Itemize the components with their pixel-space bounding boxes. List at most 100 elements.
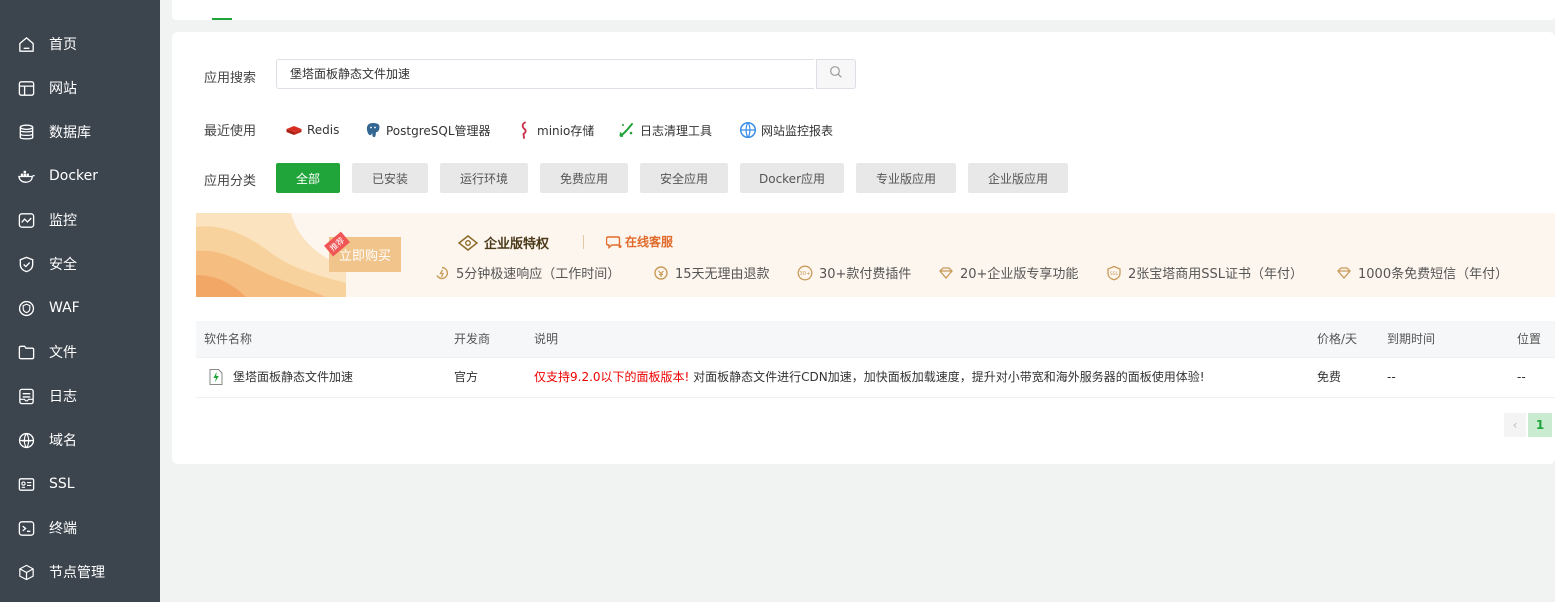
svg-text:www: www	[21, 437, 30, 442]
column-header-name: 软件名称	[204, 332, 253, 346]
vendor-cell: 官方	[454, 370, 479, 384]
recent-item-minio[interactable]: minio存储	[515, 120, 594, 140]
sidebar-item-waf[interactable]: WAF	[0, 286, 160, 330]
feature-item: 1000条免费短信（年付）	[1336, 263, 1508, 282]
search-button[interactable]	[816, 59, 856, 89]
terminal-icon	[16, 518, 36, 538]
category-label: 应用分类	[204, 174, 257, 189]
feature-item: SSL 2张宝塔商用SSL证书（年付）	[1106, 263, 1303, 282]
sidebar-item-security[interactable]: 安全	[0, 242, 160, 286]
log-icon	[16, 386, 36, 406]
sidebar-item-database[interactable]: 数据库	[0, 110, 160, 154]
sidebar-item-monitor[interactable]: 监控	[0, 198, 160, 242]
diamond-icon	[939, 266, 953, 279]
feature-item: 30+ 30+款付费插件	[797, 263, 911, 282]
log-cleaner-icon	[619, 123, 633, 137]
sidebar-item-docker[interactable]: Docker	[0, 154, 160, 198]
location-cell: --	[1517, 370, 1526, 384]
fast-response-icon	[436, 266, 449, 279]
price-cell: 免费	[1317, 370, 1342, 384]
column-header-location: 位置	[1517, 332, 1542, 346]
category-free-button[interactable]: 免费应用	[540, 163, 628, 193]
plugins-icon: 30+	[797, 265, 813, 280]
ssl-icon	[16, 474, 36, 494]
recent-item-site-monitor[interactable]: 网站监控报表	[739, 120, 833, 140]
sidebar-item-label: 域名	[49, 433, 77, 449]
recent-item-postgresql[interactable]: PostgreSQL管理器	[364, 120, 491, 140]
static-accelerate-icon	[209, 369, 223, 385]
sidebar-item-label: 安全	[49, 257, 77, 273]
enterprise-diamond-icon	[458, 234, 478, 251]
online-service-link[interactable]: 在线客服	[606, 233, 673, 250]
svg-text:SSL: SSL	[1110, 271, 1119, 277]
database-icon	[16, 122, 36, 142]
category-docker-button[interactable]: Docker应用	[740, 163, 844, 193]
recent-item-label: Redis	[307, 123, 340, 137]
ssl-certificate-icon: SSL	[1107, 265, 1121, 280]
category-enterprise-button[interactable]: 企业版应用	[968, 163, 1068, 193]
software-name-cell: 堡塔面板静态文件加速	[208, 357, 353, 397]
redis-icon	[286, 126, 302, 135]
category-pro-button[interactable]: 专业版应用	[856, 163, 956, 193]
pager-page-1[interactable]: 1	[1528, 413, 1552, 437]
shield-icon	[16, 254, 36, 274]
feature-item: 15天无理由退款	[653, 263, 770, 282]
site-monitor-icon	[739, 121, 757, 139]
cube-icon	[16, 562, 36, 582]
recent-label: 最近使用	[204, 124, 257, 139]
sidebar-item-domain[interactable]: www 域名	[0, 418, 160, 462]
recent-item-label: PostgreSQL管理器	[386, 123, 491, 138]
software-store-card: 应用搜索 最近使用 Redis PostgreSQL管理器 minio存储 日志…	[172, 32, 1555, 464]
pager-prev-button[interactable]: ‹	[1504, 413, 1526, 437]
sidebar-item-label: 数据库	[49, 125, 91, 141]
sidebar-item-label: WAF	[49, 300, 80, 316]
feature-item: 5分钟极速响应（工作时间）	[434, 263, 620, 282]
description-text: 对面板静态文件进行CDN加速，加快面板加载速度，提升对小带宽和海外服务器的面板使…	[689, 370, 1205, 384]
sidebar-item-terminal[interactable]: 终端	[0, 506, 160, 550]
docker-icon	[16, 166, 36, 186]
software-table-header: 软件名称 开发商 说明 价格/天 到期时间 位置	[196, 321, 1555, 358]
feature-item: 20+企业版专享功能	[938, 263, 1078, 282]
sidebar-item-ssl[interactable]: SSL	[0, 462, 160, 506]
banner-title: 企业版特权	[458, 233, 549, 252]
sidebar-item-label: SSL	[49, 476, 75, 492]
column-header-description: 说明	[534, 332, 559, 346]
refund-icon	[654, 265, 668, 280]
recent-item-label: minio存储	[537, 123, 595, 138]
recent-item-label: 网站监控报表	[761, 123, 834, 138]
category-security-button[interactable]: 安全应用	[640, 163, 728, 193]
waf-icon	[16, 298, 36, 318]
chat-icon	[606, 235, 622, 249]
globe-icon: www	[16, 430, 36, 450]
recent-item-log-cleaner[interactable]: 日志清理工具	[618, 120, 712, 140]
sidebar-item-website[interactable]: 网站	[0, 66, 160, 110]
search-icon	[829, 65, 843, 83]
column-header-vendor: 开发商	[454, 332, 491, 346]
top-tab-strip	[172, 0, 1555, 20]
category-runtime-button[interactable]: 运行环境	[440, 163, 528, 193]
sidebar-item-label: Docker	[49, 168, 99, 184]
sidebar-item-label: 网站	[49, 81, 77, 97]
search-input[interactable]	[276, 59, 814, 89]
sidebar-item-label: 终端	[49, 521, 77, 537]
category-all-button[interactable]: 全部	[276, 163, 340, 193]
banner-wave-art	[196, 213, 346, 297]
sms-icon	[1337, 266, 1351, 279]
category-installed-button[interactable]: 已安装	[352, 163, 428, 193]
sidebar-item-home[interactable]: 首页	[0, 22, 160, 66]
svg-text:30+: 30+	[799, 271, 811, 277]
column-header-price: 价格/天	[1317, 332, 1358, 346]
table-row[interactable]: 堡塔面板静态文件加速 官方 仅支持9.2.0以下的面板版本! 对面板静态文件进行…	[196, 357, 1555, 398]
software-name[interactable]: 堡塔面板静态文件加速	[233, 357, 353, 397]
recent-item-redis[interactable]: Redis	[285, 120, 339, 140]
description-warning: 仅支持9.2.0以下的面板版本!	[534, 370, 690, 384]
monitor-icon	[16, 210, 36, 230]
search-label: 应用搜索	[204, 71, 257, 86]
home-icon	[16, 34, 36, 54]
sidebar-item-nodes[interactable]: 节点管理	[0, 550, 160, 594]
sidebar-item-logs[interactable]: 日志	[0, 374, 160, 418]
website-icon	[16, 78, 36, 98]
folder-icon	[16, 342, 36, 362]
sidebar-item-files[interactable]: 文件	[0, 330, 160, 374]
sidebar-item-label: 首页	[49, 37, 77, 53]
